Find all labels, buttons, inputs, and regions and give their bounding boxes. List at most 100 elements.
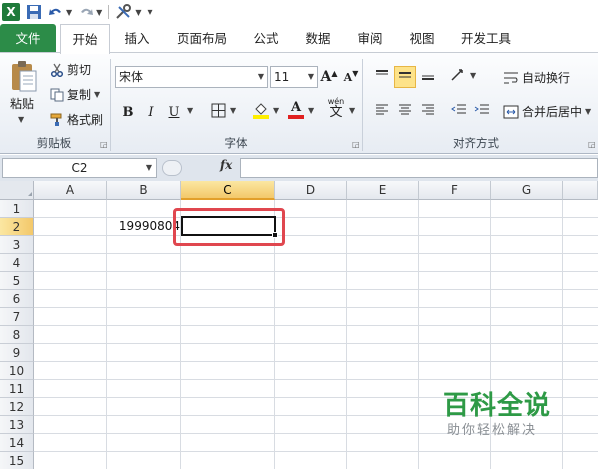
tab-data[interactable]: 数据 bbox=[303, 24, 333, 53]
align-top-button[interactable] bbox=[371, 66, 393, 88]
customize-qat-icon[interactable]: ▾ bbox=[147, 3, 152, 21]
grow-font-icon: A bbox=[320, 69, 332, 85]
align-middle-icon bbox=[398, 69, 412, 85]
gridline bbox=[34, 307, 598, 308]
tools-icon[interactable] bbox=[115, 3, 133, 21]
formula-input[interactable] bbox=[240, 158, 598, 178]
tab-review[interactable]: 审阅 bbox=[355, 24, 385, 53]
italic-button[interactable]: I bbox=[140, 101, 162, 123]
wrap-text-button[interactable]: 自动换行 bbox=[503, 69, 570, 86]
column-header[interactable]: D bbox=[275, 181, 347, 200]
decrease-indent-button[interactable] bbox=[448, 100, 470, 122]
row-header[interactable]: 3 bbox=[0, 236, 34, 254]
paste-icon[interactable] bbox=[9, 59, 39, 93]
paste-dropdown-icon[interactable]: ▼ bbox=[18, 115, 24, 124]
tab-file[interactable]: 文件 bbox=[0, 24, 56, 53]
qat-separator bbox=[108, 5, 110, 19]
align-left-button[interactable] bbox=[371, 100, 393, 122]
font-launcher-icon[interactable]: ◲ bbox=[352, 140, 360, 149]
merge-center-button[interactable]: 合并后居中 ▼ bbox=[503, 103, 591, 120]
tab-insert[interactable]: 插入 bbox=[122, 24, 152, 53]
formula-expand-icon[interactable] bbox=[162, 160, 182, 176]
gridline bbox=[34, 271, 598, 272]
redo-dropdown-icon[interactable]: ▼ bbox=[96, 8, 102, 17]
font-name-select[interactable]: 宋体 ▼ bbox=[115, 66, 268, 88]
row-header[interactable]: 4 bbox=[0, 254, 34, 272]
tab-formulas[interactable]: 公式 bbox=[251, 24, 281, 53]
gridline bbox=[34, 289, 598, 290]
align-bottom-button[interactable] bbox=[417, 66, 439, 88]
row-header[interactable]: 7 bbox=[0, 308, 34, 326]
row-header[interactable]: 6 bbox=[0, 290, 34, 308]
format-painter-button[interactable]: 格式刷 bbox=[50, 111, 103, 128]
paste-button[interactable]: 粘贴 bbox=[10, 95, 34, 112]
tab-home[interactable]: 开始 bbox=[60, 24, 110, 54]
redo-icon[interactable] bbox=[78, 3, 94, 21]
tab-view[interactable]: 视图 bbox=[407, 24, 437, 53]
chevron-down-icon[interactable]: ▼ bbox=[308, 67, 314, 87]
tab-developer[interactable]: 开发工具 bbox=[459, 24, 513, 53]
gridline bbox=[34, 235, 598, 236]
row-header[interactable]: 10 bbox=[0, 362, 34, 380]
bold-button[interactable]: B bbox=[117, 101, 139, 123]
row-header[interactable]: 9 bbox=[0, 344, 34, 362]
row-header[interactable]: 12 bbox=[0, 398, 34, 416]
row-header[interactable]: 5 bbox=[0, 272, 34, 290]
column-header[interactable]: A bbox=[34, 181, 107, 200]
row-header[interactable]: 13 bbox=[0, 416, 34, 434]
column-header[interactable]: E bbox=[347, 181, 419, 200]
undo-dropdown-icon[interactable]: ▼ bbox=[66, 8, 72, 17]
underline-dropdown-icon[interactable]: ▼ bbox=[187, 106, 193, 115]
save-icon[interactable] bbox=[26, 3, 42, 21]
watermark-subtitle: 助你轻松解决 bbox=[447, 423, 538, 438]
column-header-active[interactable]: C bbox=[181, 181, 275, 200]
align-left-icon bbox=[375, 103, 389, 119]
row-header[interactable]: 11 bbox=[0, 380, 34, 398]
font-size-select[interactable]: 11 ▼ bbox=[270, 66, 318, 88]
border-dropdown-icon[interactable]: ▼ bbox=[230, 106, 236, 115]
row-header[interactable]: 8 bbox=[0, 326, 34, 344]
column-header[interactable]: B bbox=[107, 181, 181, 200]
tools-dropdown-icon[interactable]: ▼ bbox=[135, 8, 141, 17]
fill-color-dropdown-icon[interactable]: ▼ bbox=[273, 106, 279, 115]
copy-button[interactable]: 复制 ▼ bbox=[50, 86, 100, 103]
orientation-dropdown-icon[interactable]: ▼ bbox=[470, 71, 476, 80]
align-right-button[interactable] bbox=[417, 100, 439, 122]
alignment-launcher-icon[interactable]: ◲ bbox=[588, 140, 596, 149]
copy-dropdown-icon[interactable]: ▼ bbox=[94, 90, 100, 99]
font-color-dropdown-icon[interactable]: ▼ bbox=[308, 106, 314, 115]
chevron-down-icon[interactable]: ▼ bbox=[146, 159, 152, 177]
border-button[interactable] bbox=[207, 101, 229, 123]
phonetic-dropdown-icon[interactable]: ▼ bbox=[349, 106, 355, 115]
paint-bucket-icon bbox=[252, 101, 270, 123]
cut-button[interactable]: 剪切 bbox=[50, 61, 91, 78]
chevron-down-icon[interactable]: ▼ bbox=[258, 67, 264, 87]
shrink-font-button[interactable]: A ▼ bbox=[340, 66, 362, 88]
orientation-button[interactable] bbox=[448, 66, 470, 88]
underline-button[interactable]: U bbox=[163, 101, 185, 123]
row-header[interactable]: 1 bbox=[0, 200, 34, 218]
row-header[interactable]: 14 bbox=[0, 434, 34, 452]
font-color-button[interactable]: A bbox=[285, 99, 307, 121]
column-header[interactable]: G bbox=[491, 181, 563, 200]
tab-page-layout[interactable]: 页面布局 bbox=[175, 24, 229, 53]
font-color-swatch bbox=[288, 115, 304, 119]
select-all-corner[interactable] bbox=[0, 181, 34, 200]
phonetic-button[interactable]: wén 文 bbox=[325, 97, 347, 120]
increase-indent-button[interactable] bbox=[471, 100, 493, 122]
clipboard-launcher-icon[interactable]: ◲ bbox=[100, 140, 108, 149]
undo-icon[interactable] bbox=[48, 3, 64, 21]
name-box[interactable]: C2 ▼ bbox=[2, 158, 157, 178]
column-header[interactable] bbox=[563, 181, 598, 200]
font-group-label: 字体 bbox=[224, 136, 248, 150]
row-header-active[interactable]: 2 bbox=[0, 218, 34, 236]
column-header[interactable]: F bbox=[419, 181, 491, 200]
cell-b2[interactable]: 19990804 bbox=[107, 217, 181, 235]
merge-dropdown-icon[interactable]: ▼ bbox=[585, 107, 591, 116]
insert-function-icon[interactable]: fx bbox=[220, 158, 232, 172]
row-header[interactable]: 15 bbox=[0, 452, 34, 469]
grow-font-button[interactable]: A ▲ bbox=[318, 66, 340, 88]
align-middle-button[interactable] bbox=[394, 66, 416, 88]
align-center-button[interactable] bbox=[394, 100, 416, 122]
fill-color-button[interactable] bbox=[250, 101, 272, 123]
